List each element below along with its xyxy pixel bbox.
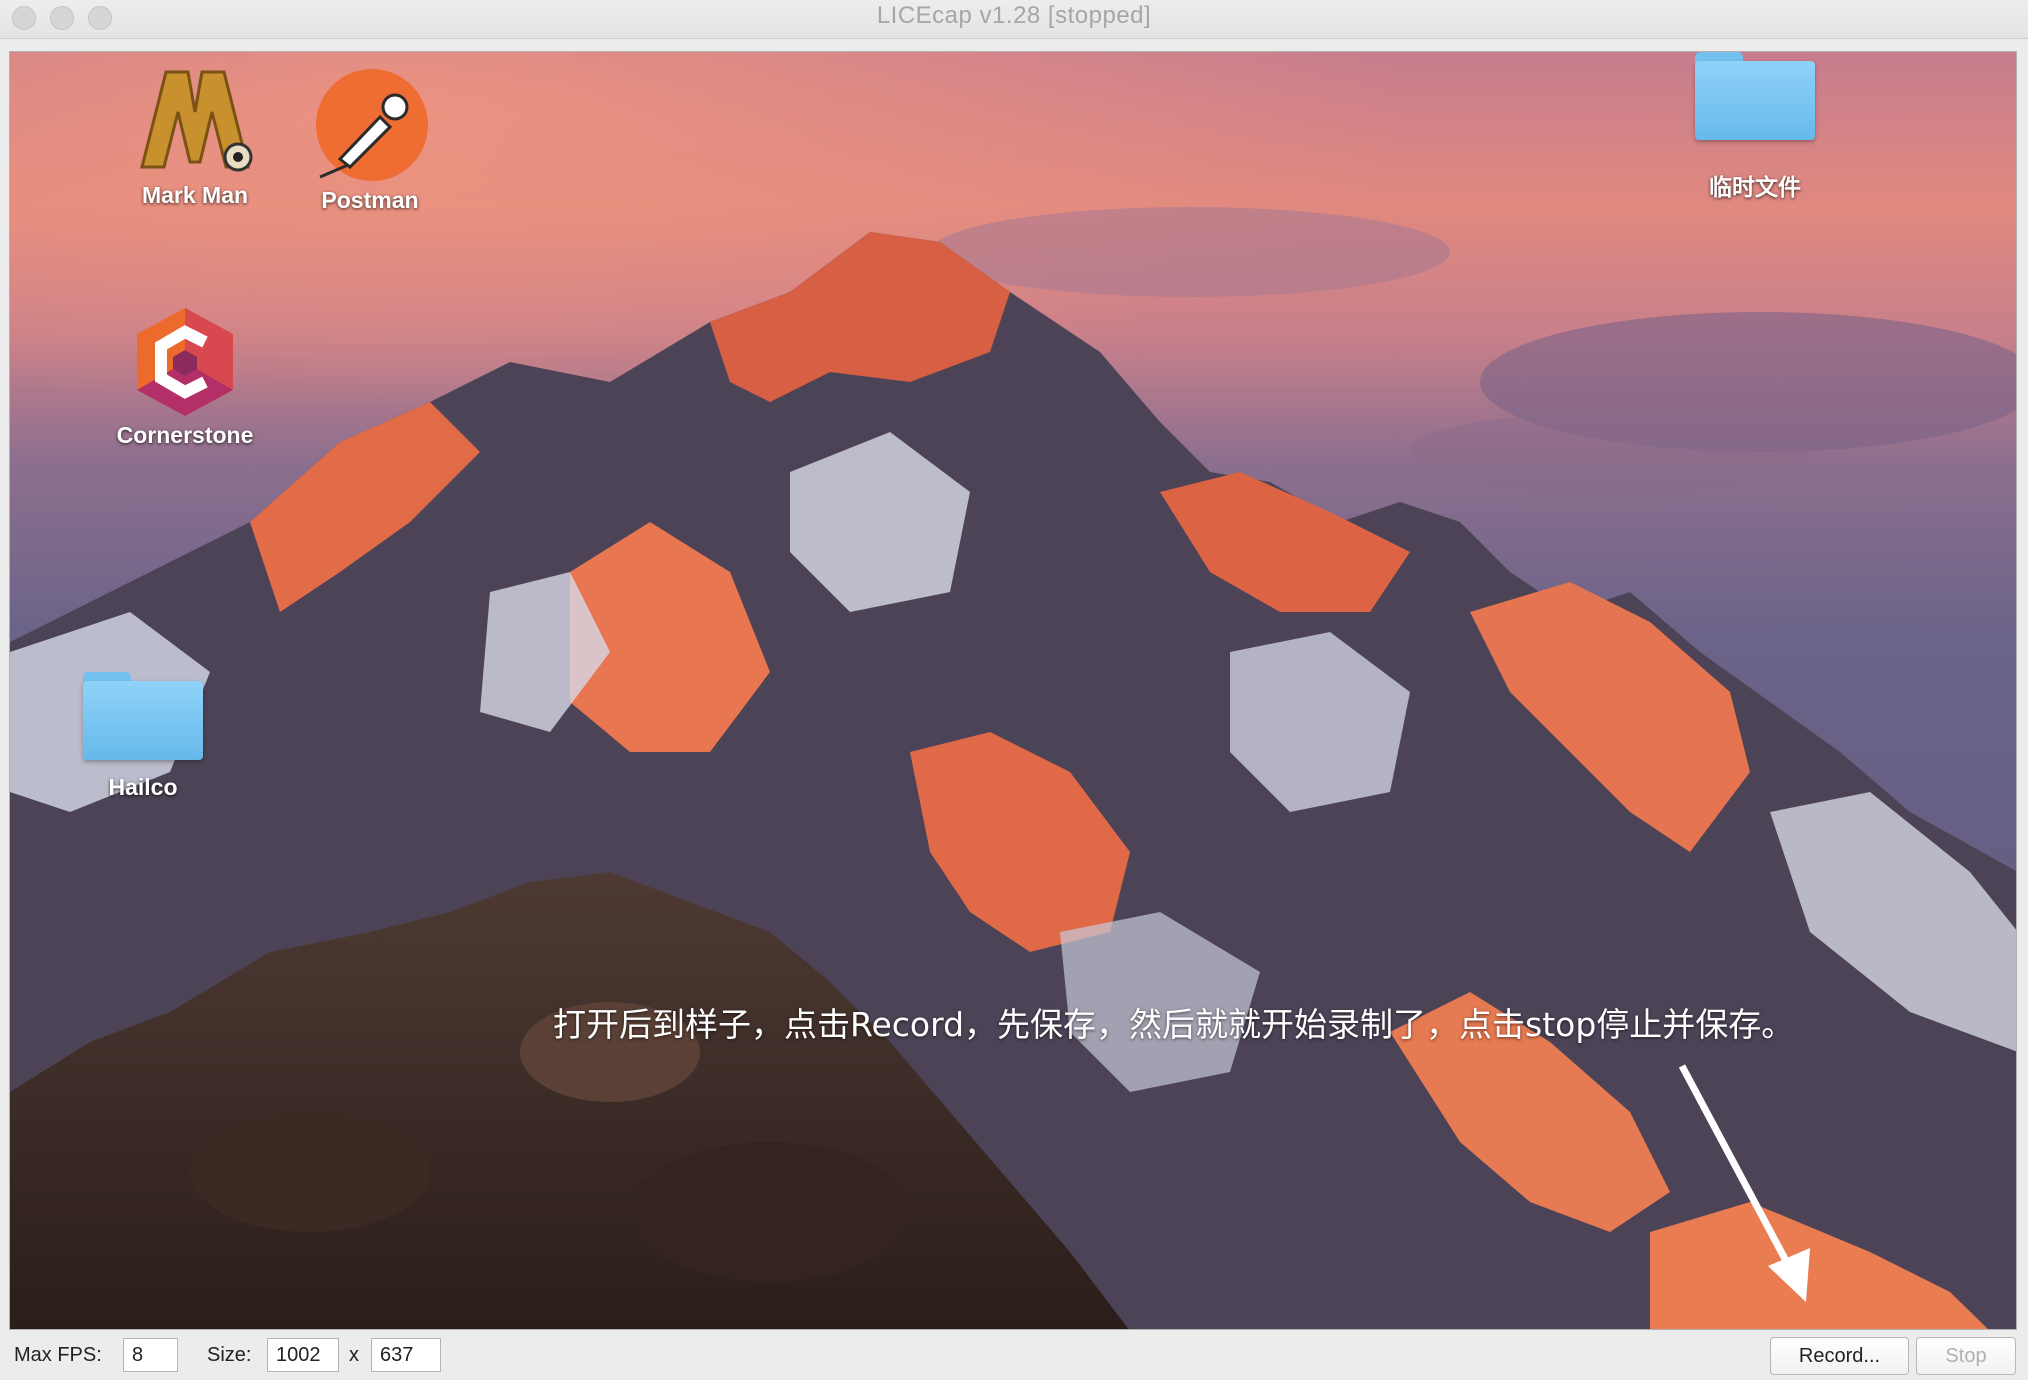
capture-area: Mark Man Postman Cornerstone Hailco 临时文件… [9,51,2017,1330]
title-bar[interactable]: LICEcap v1.28 [stopped] [0,0,2028,39]
licecap-window: LICEcap v1.28 [stopped] Mark Man Postman… [0,0,2028,1380]
postman-label: Postman [321,187,419,213]
height-input[interactable] [371,1338,441,1372]
cornerstone-icon [137,308,233,416]
postman-desktop-icon[interactable]: Postman [295,67,445,214]
desktop-wallpaper [10,52,2016,1329]
control-bar: Max FPS: Size: x Record... Stop [0,1330,2028,1380]
folder-icon [1695,52,1815,140]
folder-icon [83,672,203,760]
hailco-folder-icon[interactable]: Hailco [68,672,218,801]
max-fps-label: Max FPS: [14,1344,102,1366]
temp-files-label: 临时文件 [1709,175,1801,201]
markman-label: Mark Man [141,182,249,208]
markman-desktop-icon[interactable]: Mark Man [120,62,270,209]
size-label: Size: [207,1344,252,1366]
window-title: LICEcap v1.28 [stopped] [876,2,1152,29]
hailco-label: Hailco [108,774,178,800]
stop-button[interactable]: Stop [1916,1337,2016,1375]
instruction-annotation: 打开后到样子，点击Record，先保存，然后就就开始录制了，点击stop停止并保… [553,1005,1795,1044]
cornerstone-desktop-icon[interactable]: Cornerstone [100,302,270,449]
cornerstone-label: Cornerstone [116,422,254,448]
max-fps-input[interactable] [123,1338,178,1372]
temp-files-folder-icon[interactable]: 临时文件 [1670,52,1840,202]
markman-icon [140,70,253,172]
postman-icon [316,69,428,181]
record-button[interactable]: Record... [1770,1337,1909,1375]
size-x-label: x [349,1344,359,1366]
width-input[interactable] [267,1338,339,1372]
